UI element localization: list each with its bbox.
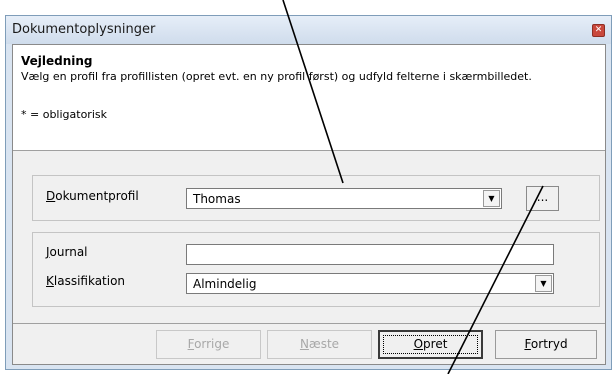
- classification-select[interactable]: Almindelig ▼: [186, 273, 554, 294]
- close-icon: ✕: [594, 25, 603, 35]
- journal-input[interactable]: [186, 244, 554, 265]
- next-button[interactable]: Næste: [267, 330, 372, 359]
- focus-rectangle: [383, 335, 478, 354]
- window-title: Dokumentoplysninger: [12, 22, 156, 37]
- dialog-body: Vejledning Vælg en profil fra profillist…: [12, 44, 606, 365]
- divider: [13, 323, 605, 324]
- profile-label: Dokumentprofil: [46, 189, 139, 203]
- classification-value: Almindelig: [193, 277, 257, 291]
- classification-label: Klassifikation: [46, 274, 126, 288]
- chevron-down-icon[interactable]: ▼: [483, 190, 500, 207]
- profile-select[interactable]: Thomas ▼: [186, 188, 502, 209]
- cancel-button[interactable]: Fortryd: [495, 330, 597, 359]
- document-fields-group: Journal Klassifikation Almindelig ▼: [32, 232, 600, 307]
- create-button[interactable]: Opret: [378, 330, 483, 359]
- guide-panel: Vejledning Vælg en profil fra profillist…: [13, 45, 605, 151]
- edit-profile-button[interactable]: ...: [526, 186, 559, 211]
- guide-heading: Vejledning: [21, 54, 93, 68]
- back-button[interactable]: Forrige: [156, 330, 261, 359]
- close-button[interactable]: ✕: [592, 24, 605, 37]
- profile-group: Dokumentprofil Thomas ▼ ...: [32, 175, 600, 221]
- title-bar: Dokumentoplysninger ✕: [6, 16, 611, 44]
- chevron-down-icon[interactable]: ▼: [535, 275, 552, 292]
- journal-label: Journal: [46, 245, 88, 259]
- profile-value: Thomas: [193, 192, 241, 206]
- guide-text: Vælg en profil fra profillisten (opret e…: [21, 70, 532, 83]
- dialog-window: Dokumentoplysninger ✕ Vejledning Vælg en…: [5, 15, 612, 370]
- required-note: * = obligatorisk: [21, 108, 107, 121]
